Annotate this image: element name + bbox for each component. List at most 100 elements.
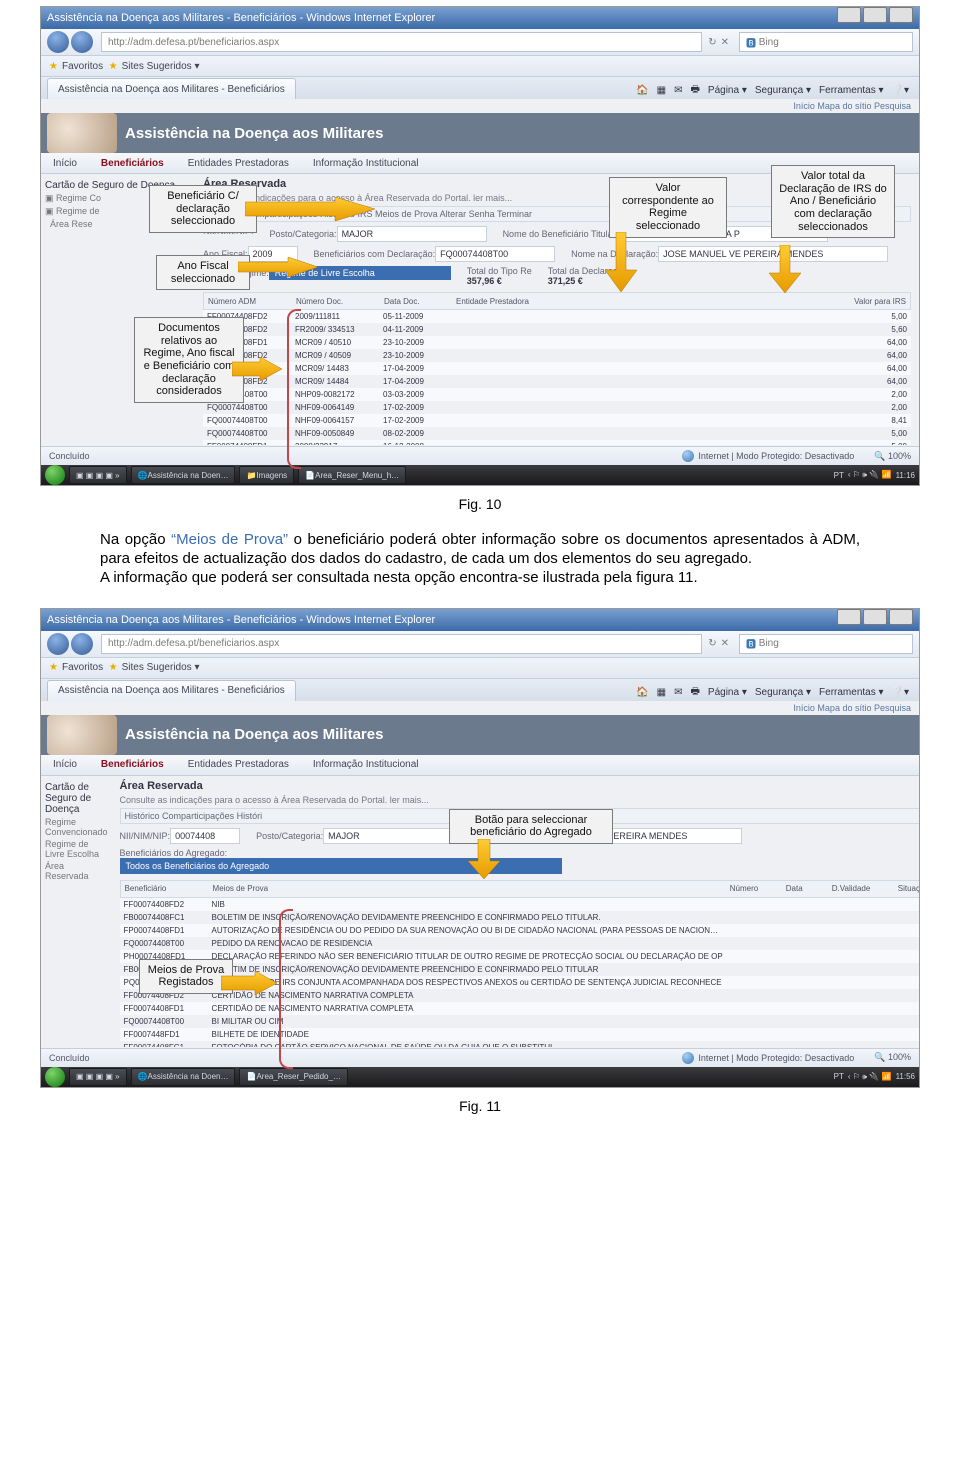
table-row: FF00074408FD2NIB — [120, 898, 919, 911]
browser-tab[interactable]: Assistência na Doença aos Militares - Be… — [47, 680, 296, 701]
zoom-label[interactable]: 🔍 100% — [874, 451, 911, 462]
tray-icons[interactable]: ‹ ⚐ 🕪 🔌 📶 — [848, 470, 892, 480]
arrow-valor-regime — [601, 232, 641, 292]
browser-tab[interactable]: Assistência na Doença aos Militares - Be… — [47, 78, 296, 99]
back-button[interactable] — [47, 31, 69, 53]
forward-button[interactable] — [71, 31, 93, 53]
menu-ferramentas[interactable]: Ferramentas ▾ — [819, 85, 883, 96]
callout-meios-prova: Meios de Prova Registados — [139, 959, 233, 994]
zoom-label[interactable]: 🔍 100% — [874, 1052, 911, 1063]
tray-lang[interactable]: PT — [834, 471, 844, 480]
input-nii[interactable]: 00074408 — [170, 828, 240, 844]
suggested-sites-label[interactable]: Sites Sugeridos ▾ — [122, 662, 200, 673]
site-top-links[interactable]: Início Mapa do sítio Pesquisa — [41, 701, 919, 715]
tab-strip: Assistência na Doença aos Militares - Be… — [41, 77, 919, 99]
callout-documentos: Documentos relativos ao Regime, Ano fisc… — [134, 317, 244, 403]
quicklaunch-icons[interactable]: ▣ ▣ ▣ ▣ » — [69, 466, 127, 484]
window-buttons — [835, 609, 913, 631]
left-item-regime-livre[interactable]: Regime de Livre Escolha — [45, 839, 108, 859]
mail-icon[interactable]: ✉ — [674, 687, 682, 698]
suggested-sites-label[interactable]: Sites Sugeridos ▾ — [122, 61, 200, 72]
window-buttons — [835, 7, 913, 29]
menu-item-beneficiarios[interactable]: Beneficiários — [89, 759, 176, 770]
mail-icon[interactable]: ✉ — [674, 85, 682, 96]
menu-item-entidades[interactable]: Entidades Prestadoras — [176, 158, 301, 169]
arrow-meios-prova — [221, 971, 277, 995]
taskbar-btn-ie[interactable]: 🌐 Assistência na Doen… — [131, 466, 236, 484]
menu-item-info-inst[interactable]: Informação Institucional — [301, 158, 431, 169]
total-regime-value: 357,96 € — [467, 276, 532, 286]
th-datadoc: Data Doc. — [380, 297, 452, 306]
favorites-bar: ★ Favoritos ★ Sites Sugeridos ▾ — [41, 658, 919, 679]
taskbar-btn-word[interactable]: 📄 Area_Reser_Menu_h… — [298, 466, 406, 484]
th-meios: Meios de Prova — [209, 884, 726, 893]
taskbar-btn-word[interactable]: 📄 Area_Reser_Pedido_… — [239, 1068, 347, 1086]
refresh-icon[interactable]: ↻ — [708, 37, 716, 48]
menu-ferramentas[interactable]: Ferramentas ▾ — [819, 687, 883, 698]
menu-item-entidades[interactable]: Entidades Prestadoras — [176, 759, 301, 770]
url-field[interactable]: http://adm.defesa.pt/beneficiarios.aspx — [101, 634, 702, 654]
brace-meios-prova — [279, 909, 293, 1069]
menu-item-inicio[interactable]: Início — [41, 158, 89, 169]
back-button[interactable] — [47, 633, 69, 655]
menu-seguranca[interactable]: Segurança ▾ — [755, 687, 811, 698]
table-row: FQ00074408T00NHP09-008217203-03-20092,00 — [203, 388, 911, 401]
banner-photo — [47, 113, 117, 153]
left-item-regime-conv[interactable]: Regime Convencionado — [45, 817, 108, 837]
start-button[interactable] — [45, 1067, 65, 1087]
select-benef-decl[interactable]: FQ00074408T00 — [435, 246, 555, 262]
taskbar-btn-imagens[interactable]: 📁 Imagens — [239, 466, 294, 484]
search-field[interactable]: 🅱 Bing — [739, 32, 913, 52]
stop-icon[interactable]: ✕ — [721, 37, 729, 48]
menu-pagina[interactable]: Página ▾ — [708, 85, 747, 96]
quicklaunch-icons[interactable]: ▣ ▣ ▣ ▣ » — [69, 1068, 127, 1086]
url-field[interactable]: http://adm.defesa.pt/beneficiarios.aspx — [101, 32, 702, 52]
favorites-label[interactable]: Favoritos — [62, 662, 103, 673]
arrow-valor-total — [765, 245, 805, 293]
site-title: Assistência na Doença aos Militares — [125, 125, 383, 142]
suggested-star-icon: ★ — [109, 61, 118, 72]
table-row: FQ00074408T00NHF09-005084908-02-20095,00 — [203, 427, 911, 440]
menu-item-beneficiarios[interactable]: Beneficiários — [89, 158, 176, 169]
favorites-star-icon[interactable]: ★ — [49, 61, 58, 72]
address-bar: http://adm.defesa.pt/beneficiarios.aspx … — [41, 29, 919, 56]
help-icon[interactable]: ❔▾ — [892, 85, 909, 96]
stop-icon[interactable]: ✕ — [721, 638, 729, 649]
status-left: Concluído — [49, 451, 90, 461]
table-row: FF00074408FD1MCR09 / 4051023-10-200964,0… — [203, 336, 911, 349]
search-field[interactable]: 🅱 Bing — [739, 634, 913, 654]
favorites-label[interactable]: Favoritos — [62, 61, 103, 72]
status-left: Concluído — [49, 1053, 90, 1063]
internet-zone-icon — [682, 450, 694, 462]
home-icon[interactable]: 🏠 — [636, 85, 648, 96]
menu-item-inicio[interactable]: Início — [41, 759, 89, 770]
site-title: Assistência na Doença aos Militares — [125, 726, 383, 743]
menu-item-info-inst[interactable]: Informação Institucional — [301, 759, 431, 770]
table-row: FQ00074408T00BI MILITAR OU CIM — [120, 1015, 919, 1028]
feeds-icon[interactable]: ▦ — [657, 687, 666, 698]
tray-icons[interactable]: ‹ ⚐ 🕪 🔌 📶 — [848, 1072, 892, 1082]
window-titlebar: Assistência na Doença aos Militares - Be… — [41, 609, 919, 631]
th-situacao: Situação Documental — [894, 884, 919, 893]
left-nav: Cartão de Seguro de Doença Regime Conven… — [41, 776, 112, 1047]
taskbar-btn-ie[interactable]: 🌐 Assistência na Doen… — [131, 1068, 236, 1086]
table-row: FQ00074408T00PEDIDO DA RENOVACAO DE RESI… — [120, 937, 919, 950]
site-top-links[interactable]: Início Mapa do sítio Pesquisa — [41, 99, 919, 113]
tray-lang[interactable]: PT — [834, 1072, 844, 1081]
feeds-icon[interactable]: ▦ — [657, 85, 666, 96]
favorites-star-icon[interactable]: ★ — [49, 662, 58, 673]
start-button[interactable] — [45, 465, 65, 485]
address-bar: http://adm.defesa.pt/beneficiarios.aspx … — [41, 631, 919, 658]
print-icon[interactable]: 🖶 — [690, 82, 699, 99]
help-icon[interactable]: ❔▾ — [892, 687, 909, 698]
left-item-area[interactable]: Área Reservada — [45, 861, 108, 881]
table-row: FF00074408FD2MCR09/ 1448417-04-200964,00 — [203, 375, 911, 388]
menu-pagina[interactable]: Página ▾ — [708, 687, 747, 698]
print-icon[interactable]: 🖶 — [690, 684, 699, 701]
command-toolbar: 🏠▦✉🖶 Página ▾ Segurança ▾ Ferramentas ▾ … — [632, 82, 913, 99]
forward-button[interactable] — [71, 633, 93, 655]
home-icon[interactable]: 🏠 — [636, 687, 648, 698]
menu-seguranca[interactable]: Segurança ▾ — [755, 85, 811, 96]
callout-beneficiario-decl: Beneficiário C/ declaração seleccionado — [149, 185, 257, 233]
refresh-icon[interactable]: ↻ — [708, 638, 716, 649]
